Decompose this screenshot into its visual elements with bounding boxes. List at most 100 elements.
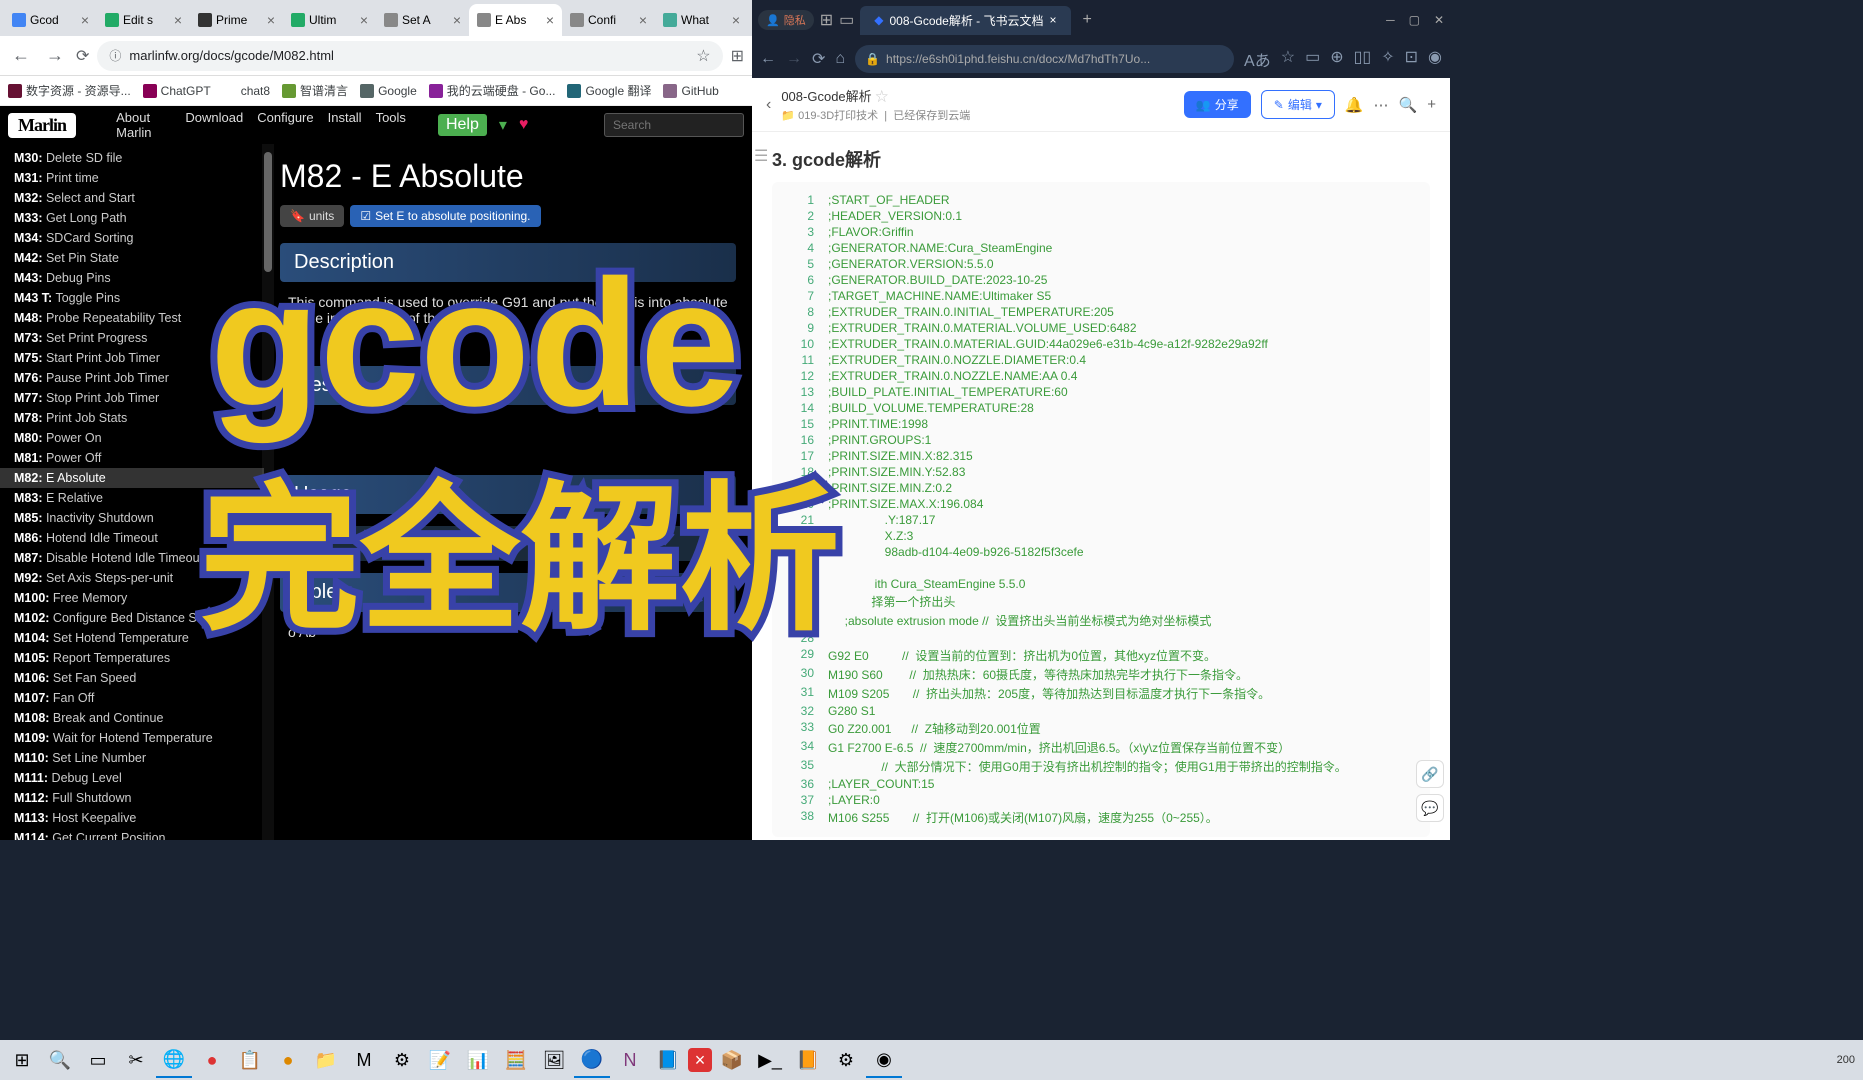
gcode-sidebar-item[interactable]: M111: Debug Level	[0, 768, 264, 788]
gcode-sidebar-item[interactable]: M33: Get Long Path	[0, 208, 264, 228]
tab-close-icon[interactable]: ×	[174, 12, 182, 28]
code-line[interactable]: 21 .Y:187.17	[772, 512, 1430, 528]
code-line[interactable]: 15;PRINT.TIME:1998	[772, 416, 1430, 432]
share-button[interactable]: 👥 分享	[1184, 91, 1251, 118]
bookmark-item[interactable]: GitHub	[663, 84, 718, 98]
chrome-tab[interactable]: What×	[655, 4, 748, 36]
gcode-sidebar-item[interactable]: M113: Host Keepalive	[0, 808, 264, 828]
bookmark-star-icon[interactable]: ☆	[696, 46, 710, 66]
app-icon-11[interactable]: 📘	[650, 1042, 686, 1078]
code-line[interactable]: 37;LAYER:0	[772, 792, 1430, 808]
edge-address-bar[interactable]: 🔒 https://e6sh0i1phd.feishu.cn/docx/Md7h…	[855, 45, 1234, 73]
extensions-icon[interactable]: ⊕	[1330, 47, 1343, 71]
tabs-icon[interactable]: ▭	[839, 10, 854, 30]
code-line[interactable]: 8;EXTRUDER_TRAIN.0.INITIAL_TEMPERATURE:2…	[772, 304, 1430, 320]
nav-donate[interactable]: Donate	[540, 116, 592, 134]
gcode-sidebar-item[interactable]: M43 T: Toggle Pins	[0, 288, 264, 308]
gcode-sidebar-item[interactable]: M104: Set Hotend Temperature	[0, 628, 264, 648]
sidebar-scrollbar[interactable]	[262, 144, 274, 840]
bookmark-item[interactable]: chat8	[223, 84, 270, 98]
bookmark-item[interactable]: ChatGPT	[143, 84, 211, 98]
outline-icon[interactable]: ☰	[754, 146, 768, 166]
explorer-icon[interactable]: 📁	[308, 1042, 344, 1078]
app-icon-5[interactable]: M	[346, 1042, 382, 1078]
bookmark-item[interactable]: Google 翻译	[567, 82, 651, 99]
gcode-sidebar-item[interactable]: M105: Report Temperatures	[0, 648, 264, 668]
onenote-icon[interactable]: N	[612, 1042, 648, 1078]
edit-button[interactable]: ✎ 编辑 ▾	[1261, 90, 1335, 119]
site-info-icon[interactable]: ⓘ	[109, 47, 121, 64]
gcode-sidebar-item[interactable]: M92: Set Axis Steps-per-unit	[0, 568, 264, 588]
code-line[interactable]: 6;GENERATOR.BUILD_DATE:2023-10-25	[772, 272, 1430, 288]
gcode-sidebar-item[interactable]: M112: Full Shutdown	[0, 788, 264, 808]
code-line[interactable]: 33G0 Z20.001 // Z轴移动到20.001位置	[772, 719, 1430, 738]
gcode-sidebar-item[interactable]: M73: Set Print Progress	[0, 328, 264, 348]
code-line[interactable]: 34G1 F2700 E-6.5 // 速度2700mm/min，挤出机回退6.…	[772, 738, 1430, 757]
taskview-icon[interactable]: ▭	[80, 1042, 116, 1078]
code-line[interactable]: 10;EXTRUDER_TRAIN.0.MATERIAL.GUID:44a029…	[772, 336, 1430, 352]
app-icon-9[interactable]: 🧮	[498, 1042, 534, 1078]
nav-help[interactable]: Help	[438, 114, 487, 136]
edge-forward-button[interactable]: →	[786, 50, 802, 68]
code-line[interactable]: 31M109 S205 // 挤出头加热：205度，等待加热达到目标温度才执行下…	[772, 684, 1430, 703]
edge-back-button[interactable]: ←	[760, 50, 776, 68]
code-line[interactable]: 23 98adb-d104-4e09-b926-5182f5f3cefe	[772, 544, 1430, 560]
notification-icon[interactable]: 🔔	[1345, 96, 1364, 114]
chrome-tab[interactable]: Prime×	[190, 4, 283, 36]
more-icon[interactable]: ⋯	[1374, 96, 1389, 114]
chrome-tab[interactable]: Set A×	[376, 4, 469, 36]
code-line[interactable]: 27 ;absolute extrusion mode // 设置挤出头当前坐标…	[772, 611, 1430, 630]
search-taskbar-icon[interactable]: 🔍	[42, 1042, 78, 1078]
code-line[interactable]: 22 X.Z:3	[772, 528, 1430, 544]
gcode-sidebar-item[interactable]: M30: Delete SD file	[0, 148, 264, 168]
copilot-icon[interactable]: ◉	[1428, 47, 1442, 71]
chrome-tab[interactable]: Confi×	[562, 4, 655, 36]
gcode-sidebar-item[interactable]: M87: Disable Hotend Idle Timeout	[0, 548, 264, 568]
nav-item[interactable]: Download	[185, 110, 243, 140]
search-input[interactable]	[604, 113, 744, 137]
code-line[interactable]: 26 择第一个挤出头	[772, 592, 1430, 611]
tab-close-icon[interactable]: ×	[360, 12, 368, 28]
code-line[interactable]: 3;FLAVOR:Griffin	[772, 224, 1430, 240]
code-line[interactable]: 28	[772, 630, 1430, 646]
bookmark-item[interactable]: 我的云端硬盘 - Go...	[429, 82, 556, 99]
back-button[interactable]: ←	[8, 41, 34, 70]
gcode-sidebar-item[interactable]: M80: Power On	[0, 428, 264, 448]
app-icon-7[interactable]: 📝	[422, 1042, 458, 1078]
code-line[interactable]: 14;BUILD_VOLUME.TEMPERATURE:28	[772, 400, 1430, 416]
gcode-sidebar-item[interactable]: M76: Pause Print Job Timer	[0, 368, 264, 388]
gcode-sidebar-item[interactable]: M81: Power Off	[0, 448, 264, 468]
code-line[interactable]: 12;EXTRUDER_TRAIN.0.NOZZLE.NAME:AA 0.4	[772, 368, 1430, 384]
maximize-button[interactable]: ▢	[1409, 13, 1420, 27]
chrome-tab[interactable]: Gcod×	[4, 4, 97, 36]
app-icon-6[interactable]: ⚙	[384, 1042, 420, 1078]
app-icon-8[interactable]: 📊	[460, 1042, 496, 1078]
app-icon-3[interactable]: 📋	[232, 1042, 268, 1078]
add-icon[interactable]: +	[1427, 96, 1436, 113]
favorite-icon[interactable]: ☆	[1281, 47, 1295, 71]
code-line[interactable]: 1;START_OF_HEADER	[772, 192, 1430, 208]
app-icon-12[interactable]: ×	[688, 1048, 712, 1072]
share-float-icon[interactable]: 🔗	[1416, 760, 1444, 788]
code-line[interactable]: 9;EXTRUDER_TRAIN.0.MATERIAL.VOLUME_USED:…	[772, 320, 1430, 336]
code-line[interactable]: 38M106 S255 // 打开(M106)或关闭(M107)风扇，速度为25…	[772, 808, 1430, 827]
nav-item[interactable]: Install	[328, 110, 362, 140]
gcode-sidebar-item[interactable]: M77: Stop Print Job Timer	[0, 388, 264, 408]
forward-button[interactable]: →	[42, 41, 68, 70]
feishu-back-button[interactable]: ‹	[766, 96, 771, 114]
gcode-sidebar-item[interactable]: M85: Inactivity Shutdown	[0, 508, 264, 528]
tab-close-icon[interactable]: ×	[1050, 13, 1057, 27]
new-tab-button[interactable]: +	[1083, 11, 1092, 29]
extensions-icon[interactable]: ⊞	[731, 46, 744, 66]
downloads-icon[interactable]: ⊡	[1405, 47, 1418, 71]
code-line[interactable]: 11;EXTRUDER_TRAIN.0.NOZZLE.DIAMETER:0.4	[772, 352, 1430, 368]
gcode-sidebar-item[interactable]: M75: Start Print Job Timer	[0, 348, 264, 368]
app-icon-14[interactable]: 📙	[790, 1042, 826, 1078]
gcode-sidebar-item[interactable]: M100: Free Memory	[0, 588, 264, 608]
edge-taskbar-icon[interactable]: 🌐	[156, 1042, 192, 1078]
code-line[interactable]: 18;PRINT.SIZE.MIN.Y:52.83	[772, 464, 1430, 480]
code-line[interactable]: 24	[772, 560, 1430, 576]
theme-toggle-icon[interactable]: ☀	[88, 115, 104, 136]
bookmark-item[interactable]: 数字资源 - 资源导...	[8, 82, 131, 99]
gcode-sidebar-item[interactable]: M114: Get Current Position	[0, 828, 264, 840]
